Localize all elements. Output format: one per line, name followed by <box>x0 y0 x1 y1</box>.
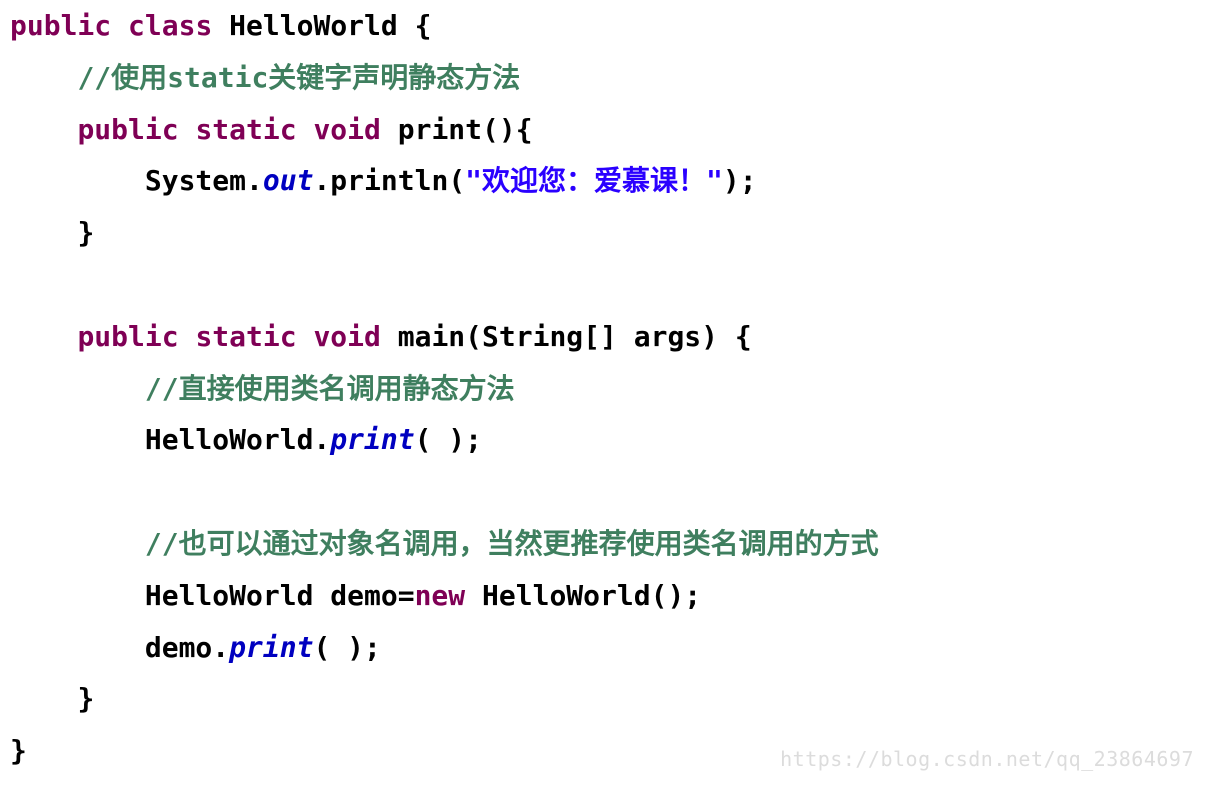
brace-close: } <box>77 682 94 715</box>
brace-close: } <box>77 216 94 249</box>
method-print: print(){ <box>398 113 533 146</box>
comment-line: //直接使用类名调用静态方法 <box>145 372 515 405</box>
comment-line: //使用static关键字声明静态方法 <box>77 61 520 94</box>
system-class: System. <box>145 164 263 197</box>
keyword-modifiers: public static void <box>77 320 380 353</box>
println-call: .println( <box>313 164 465 197</box>
keyword-class: class <box>128 9 212 42</box>
keyword-public: public <box>10 9 111 42</box>
static-call-print: print <box>229 631 313 664</box>
decl-prefix: HelloWorld demo= <box>145 579 415 612</box>
static-call-print: print <box>330 423 414 456</box>
string-literal: "欢迎您：爱慕课！" <box>465 164 723 197</box>
call-prefix: HelloWorld. <box>145 423 330 456</box>
call-args: ( ); <box>415 423 482 456</box>
method-main: main(String[] args) { <box>398 320 752 353</box>
brace-close: } <box>10 734 27 767</box>
keyword-modifiers: public static void <box>77 113 380 146</box>
call-args: ( ); <box>313 631 380 664</box>
call-prefix: demo. <box>145 631 229 664</box>
out-field: out <box>263 164 314 197</box>
keyword-new: new <box>415 579 466 612</box>
code-block: public class HelloWorld { //使用static关键字声… <box>0 0 1212 777</box>
comment-line: //也可以通过对象名调用，当然更推荐使用类名调用的方式 <box>145 527 879 560</box>
watermark-text: https://blog.csdn.net/qq_23864697 <box>780 741 1194 778</box>
ctor-call: HelloWorld(); <box>465 579 701 612</box>
class-name: HelloWorld { <box>229 9 431 42</box>
stmt-end: ); <box>723 164 757 197</box>
